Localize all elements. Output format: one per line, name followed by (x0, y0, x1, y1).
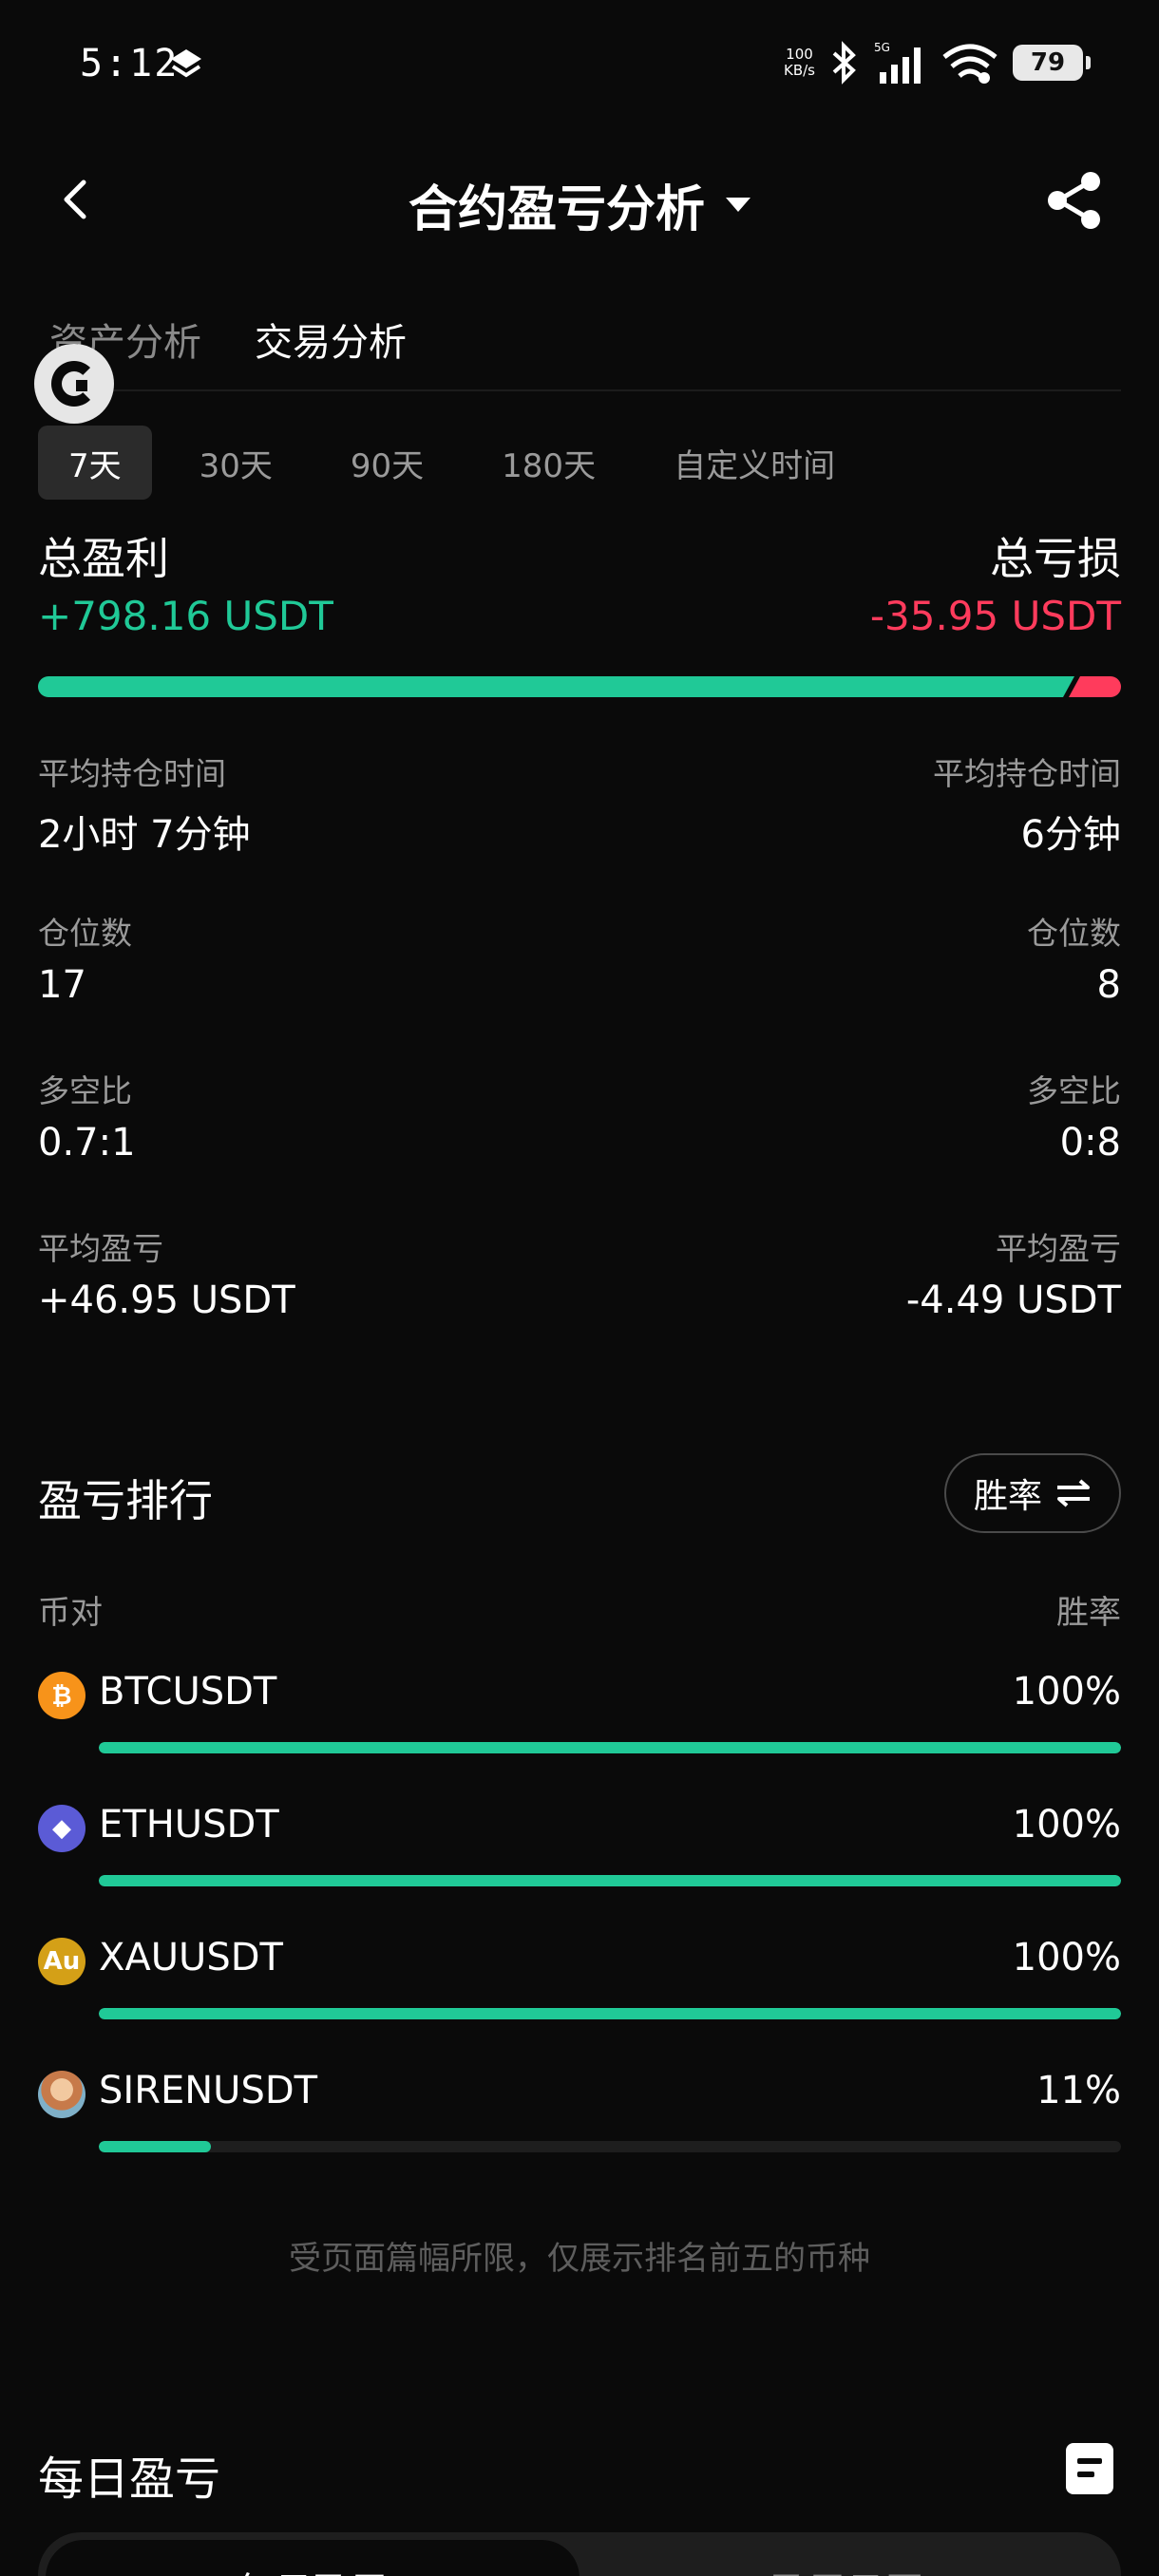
page-title-text: 合约盈亏分析 (408, 181, 705, 238)
total-profit-label: 总盈利 (38, 533, 169, 584)
win-rate: 100% (1012, 1670, 1121, 1714)
siren-avatar-icon (38, 2071, 86, 2118)
document-icon[interactable] (1066, 2443, 1113, 2494)
gold-icon: Au (38, 1938, 86, 1985)
total-profit-value: +798.16 USDT (38, 593, 333, 639)
pnl-summary: 总盈利 总亏损 +798.16 USDT -35.95 USDT (38, 524, 1121, 667)
stat-value: 0.7:1 (38, 1121, 136, 1165)
stat-label: 平均持仓时间 (38, 755, 226, 792)
stat-label: 平均盈亏 (996, 1230, 1121, 1267)
win-rate: 100% (1012, 1936, 1121, 1979)
stat-label: 仓位数 (38, 915, 132, 952)
profit-bar (38, 676, 1074, 697)
period-90d[interactable]: 90天 (320, 426, 454, 500)
win-rate-bar (99, 2141, 1121, 2152)
ranking-header: 币对 胜率 (38, 1586, 1121, 1633)
battery-icon: 79 (1013, 45, 1091, 81)
win-rate: 100% (1012, 1803, 1121, 1847)
ranking-row[interactable]: SIRENUSDT 11% (38, 2061, 1121, 2156)
win-rate-fill (99, 2008, 1121, 2019)
stat-avg-pnl: 平均盈亏 +46.95 USDT 平均盈亏 -4.49 USDT (38, 1223, 1121, 1328)
loss-bar (1069, 676, 1121, 697)
ranking-sort-toggle[interactable]: 胜率 (944, 1453, 1121, 1533)
dropdown-caret-icon (726, 198, 750, 212)
layers-icon (171, 49, 201, 78)
net-speed: 100 KB/s (784, 46, 815, 79)
swap-arrows-icon (1057, 1479, 1090, 1507)
ranking-row[interactable]: ₿ BTCUSDT 100% (38, 1662, 1121, 1757)
svg-text:5G: 5G (874, 41, 890, 54)
stat-long-short-ratio: 多空比 0.7:1 多空比 0:8 (38, 1066, 1121, 1170)
stat-value: -4.49 USDT (905, 1279, 1121, 1322)
tab-daily-pnl[interactable]: 每日盈亏 (46, 2540, 580, 2576)
stat-value: +46.95 USDT (38, 1279, 295, 1322)
stat-value: 0:8 (1059, 1121, 1121, 1165)
tab-pnl-calendar[interactable]: 盈亏日历 (580, 2561, 1113, 2576)
win-rate-bar (99, 2008, 1121, 2019)
stat-avg-hold-time: 平均持仓时间 2小时 7分钟 平均持仓时间 6分钟 (38, 748, 1121, 857)
wifi-icon (942, 44, 998, 84)
win-rate-fill (99, 1742, 1121, 1753)
ethereum-icon: ◆ (38, 1805, 86, 1852)
coin-pair: ETHUSDT (99, 1803, 279, 1847)
status-time: 5:12 (80, 42, 180, 85)
coin-pair: XAUUSDT (99, 1936, 283, 1979)
period-selector: 7天 30天 90天 180天 自定义时间 (38, 426, 865, 502)
total-loss-value: -35.95 USDT (869, 593, 1121, 639)
stat-value: 2小时 7分钟 (38, 813, 251, 857)
stat-label: 平均持仓时间 (933, 755, 1121, 792)
win-rate-fill (99, 2141, 212, 2152)
daily-view-switch: 每日盈亏 盈亏日历 (38, 2532, 1121, 2576)
daily-pnl-title: 每日盈亏 (38, 2453, 221, 2506)
total-loss-label: 总亏损 (990, 533, 1121, 584)
coin-pair: BTCUSDT (99, 1670, 277, 1714)
page-title[interactable]: 合约盈亏分析 (0, 169, 1159, 240)
pnl-ratio-bar (38, 676, 1121, 697)
bitcoin-icon: ₿ (38, 1672, 86, 1719)
win-rate: 11% (1036, 2069, 1121, 2112)
win-rate-fill (99, 1875, 1121, 1886)
app-header: 合约盈亏分析 (0, 152, 1159, 247)
stat-label: 平均盈亏 (38, 1230, 163, 1267)
stat-value: 8 (1096, 963, 1121, 1007)
status-bar: 5:12 100 KB/s 5G 79 (0, 0, 1159, 133)
bluetooth-icon (832, 41, 856, 85)
stat-value: 6分钟 (1020, 813, 1121, 857)
ranking-footnote: 受页面篇幅所限，仅展示排名前五的币种 (289, 2240, 870, 2278)
stat-label: 多空比 (38, 1072, 132, 1109)
stat-label: 多空比 (1027, 1072, 1121, 1109)
signal-icon: 5G (874, 41, 921, 84)
stat-value: 17 (38, 963, 86, 1007)
ranking-sort-label: 胜率 (973, 1477, 1042, 1516)
win-rate-bar (99, 1742, 1121, 1753)
coin-pair: SIRENUSDT (99, 2069, 318, 2112)
share-icon[interactable] (1045, 171, 1104, 230)
period-180d[interactable]: 180天 (471, 426, 626, 500)
period-30d[interactable]: 30天 (169, 426, 303, 500)
col-rate-label: 胜率 (1056, 1594, 1121, 1632)
tab-trade-analysis[interactable]: 交易分析 (255, 312, 407, 367)
stat-label: 仓位数 (1027, 915, 1121, 952)
period-7d[interactable]: 7天 (38, 426, 152, 500)
ranking-row[interactable]: Au XAUUSDT 100% (38, 1928, 1121, 2023)
win-rate-bar (99, 1875, 1121, 1886)
analysis-tabs: 资产分析 交易分析 (38, 304, 1121, 391)
period-custom[interactable]: 自定义时间 (643, 426, 865, 500)
col-pair-label: 币对 (38, 1594, 103, 1632)
ranking-title: 盈亏排行 (38, 1475, 213, 1526)
floating-logo-icon[interactable] (34, 344, 114, 424)
ranking-row[interactable]: ◆ ETHUSDT 100% (38, 1795, 1121, 1890)
stat-position-count: 仓位数 17 仓位数 8 (38, 908, 1121, 1013)
